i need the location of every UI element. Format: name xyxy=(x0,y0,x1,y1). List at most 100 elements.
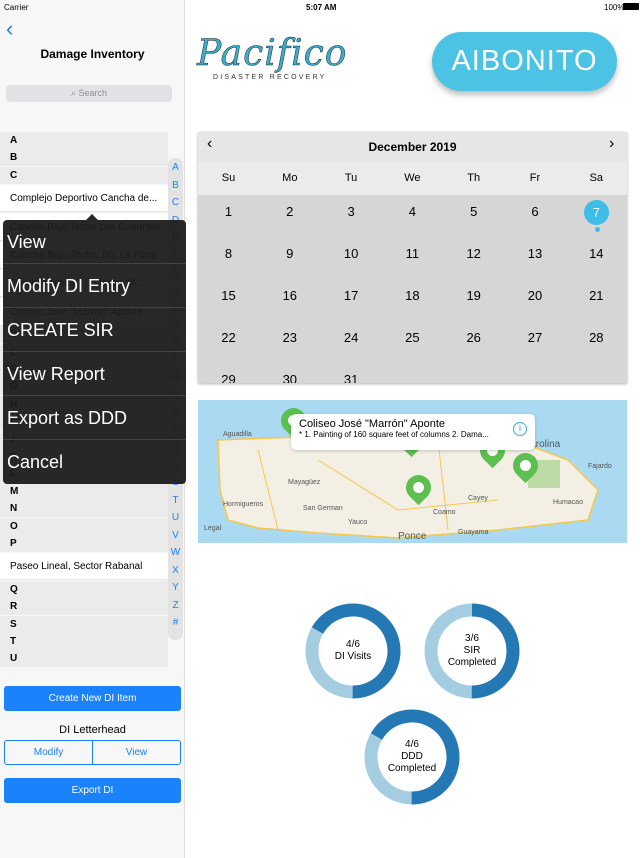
map-place-label: Fajardo xyxy=(588,463,612,470)
pin-center xyxy=(410,479,427,496)
section-header: O xyxy=(0,517,168,535)
weekday-label: Tu xyxy=(344,172,358,184)
menu-item-view-report[interactable]: View Report xyxy=(3,352,186,396)
day-cell[interactable]: 2 xyxy=(259,202,320,222)
index-letter[interactable]: Z xyxy=(168,600,183,611)
day-selected[interactable]: 7 xyxy=(583,200,609,225)
today-dot xyxy=(595,227,600,232)
index-letter[interactable]: B xyxy=(168,180,183,191)
map-place-label: San German xyxy=(303,505,343,512)
day-cell[interactable]: 11 xyxy=(382,244,443,264)
day-cell[interactable]: 26 xyxy=(443,328,504,348)
day-cell[interactable]: 24 xyxy=(321,328,382,348)
day-cell[interactable]: 17 xyxy=(321,286,382,306)
day-cell[interactable]: 25 xyxy=(382,328,443,348)
index-letter[interactable]: V xyxy=(168,530,183,541)
map-place-label: Guayama xyxy=(458,529,489,536)
index-letter[interactable]: X xyxy=(168,565,183,576)
view-button[interactable]: View xyxy=(93,741,180,764)
map-place-label: Ponce xyxy=(398,531,427,542)
battery-icon xyxy=(623,3,639,10)
section-header: A xyxy=(0,132,168,149)
day-cell[interactable]: 14 xyxy=(566,244,627,264)
letterhead-segment: Modify View xyxy=(4,740,181,765)
map-place-label: Humacao xyxy=(553,499,583,506)
map[interactable]: AguadillaManatíVega AltaCarolinaFajardoM… xyxy=(198,400,627,543)
create-di-button[interactable]: Create New DI Item xyxy=(4,686,181,711)
town-button[interactable]: AIBONITO xyxy=(432,32,617,91)
letterhead-label: DI Letterhead xyxy=(59,724,126,736)
battery-level: 100% xyxy=(604,3,625,12)
map-place-label: Legal xyxy=(204,525,222,532)
day-cell[interactable]: 20 xyxy=(505,286,566,306)
section-header: R xyxy=(0,598,168,616)
progress-donut: 4/6 DDD Completed xyxy=(364,709,460,805)
index-letter[interactable]: # xyxy=(168,617,183,628)
status-bar: Carrier 5:07 AM 100% xyxy=(0,0,643,14)
day-cell[interactable]: 18 xyxy=(382,286,443,306)
section-header: S xyxy=(0,615,168,633)
map-place-label: Aguadilla xyxy=(223,431,252,438)
list-item[interactable]: Complejo Deportivo Cancha de... xyxy=(0,185,168,213)
menu-arrow xyxy=(86,214,98,220)
menu-item-modify-di-entry[interactable]: Modify DI Entry xyxy=(3,264,186,308)
map-place-label: Cayey xyxy=(468,495,488,502)
day-cell[interactable]: 6 xyxy=(505,202,566,222)
progress-donut: 3/6 SIR Completed xyxy=(424,603,520,699)
day-cell[interactable]: 21 xyxy=(566,286,627,306)
day-cell[interactable]: 1 xyxy=(198,202,259,222)
index-letter[interactable]: C xyxy=(168,197,183,208)
menu-item-view[interactable]: View xyxy=(3,220,186,264)
menu-item-export-as-ddd[interactable]: Export as DDD xyxy=(3,396,186,440)
clock: 5:07 AM xyxy=(306,3,337,12)
map-place-label: Hormigueros xyxy=(223,501,264,508)
day-cell[interactable]: 4 xyxy=(382,202,443,222)
carrier: Carrier xyxy=(4,3,29,12)
action-menu: View Modify DI Entry CREATE SIR View Report… xyxy=(3,220,186,484)
menu-item-cancel[interactable]: Cancel xyxy=(3,440,186,484)
index-letter[interactable]: T xyxy=(168,495,183,506)
day-cell[interactable]: 30 xyxy=(259,370,320,383)
callout-subtitle: * 1. Painting of 160 square feet of colu… xyxy=(299,430,489,439)
day-cell[interactable]: 27 xyxy=(505,328,566,348)
map-callout[interactable]: Coliseo José "Marrón" Aponte * 1. Painti… xyxy=(291,414,535,450)
section-header: N xyxy=(0,500,168,518)
back-chevron-icon[interactable]: ‹ xyxy=(6,16,13,42)
day-cell[interactable]: 28 xyxy=(566,328,627,348)
day-cell[interactable]: 19 xyxy=(443,286,504,306)
callout-title: Coliseo José "Marrón" Aponte xyxy=(299,418,445,430)
day-cell[interactable]: 23 xyxy=(259,328,320,348)
day-cell[interactable]: 9 xyxy=(259,244,320,264)
index-letter[interactable]: W xyxy=(168,547,183,558)
day-cell[interactable]: 15 xyxy=(198,286,259,306)
day-cell[interactable]: 29 xyxy=(198,370,259,383)
day-cell[interactable]: 22 xyxy=(198,328,259,348)
day-cell[interactable]: 16 xyxy=(259,286,320,306)
section-header: P xyxy=(0,535,168,552)
day-cell[interactable]: 5 xyxy=(443,202,504,222)
pin-center xyxy=(517,457,534,474)
map-place-label: Coamo xyxy=(433,509,456,516)
list-item[interactable]: Paseo Lineal, Sector Rabanal xyxy=(0,553,168,581)
section-header: Q xyxy=(0,580,168,598)
export-di-button[interactable]: Export DI xyxy=(4,778,181,803)
day-cell[interactable]: 31 xyxy=(321,370,382,383)
index-letter[interactable]: U xyxy=(168,512,183,523)
section-header: U xyxy=(0,650,168,668)
day-cell[interactable]: 8 xyxy=(198,244,259,264)
day-cell[interactable]: 10 xyxy=(321,244,382,264)
menu-item-create-sir[interactable]: CREATE SIR xyxy=(3,308,186,352)
donut-label: 4/6 DDD Completed xyxy=(387,739,437,774)
day-cell[interactable]: 12 xyxy=(443,244,504,264)
logo-subtitle: DISASTER RECOVERY xyxy=(213,74,327,81)
modify-button[interactable]: Modify xyxy=(5,741,93,764)
info-icon[interactable]: i xyxy=(513,422,527,436)
day-cell[interactable]: 3 xyxy=(321,202,382,222)
index-letter[interactable]: A xyxy=(168,162,183,173)
map-place-label: Yauco xyxy=(348,519,368,526)
search-input[interactable]: ⌕ Search xyxy=(6,85,172,102)
weekday-label: Sa xyxy=(589,172,604,184)
day-cell[interactable]: 13 xyxy=(505,244,566,264)
index-letter[interactable]: Y xyxy=(168,582,183,593)
progress-donut: 4/6 DI Visits xyxy=(305,603,401,699)
